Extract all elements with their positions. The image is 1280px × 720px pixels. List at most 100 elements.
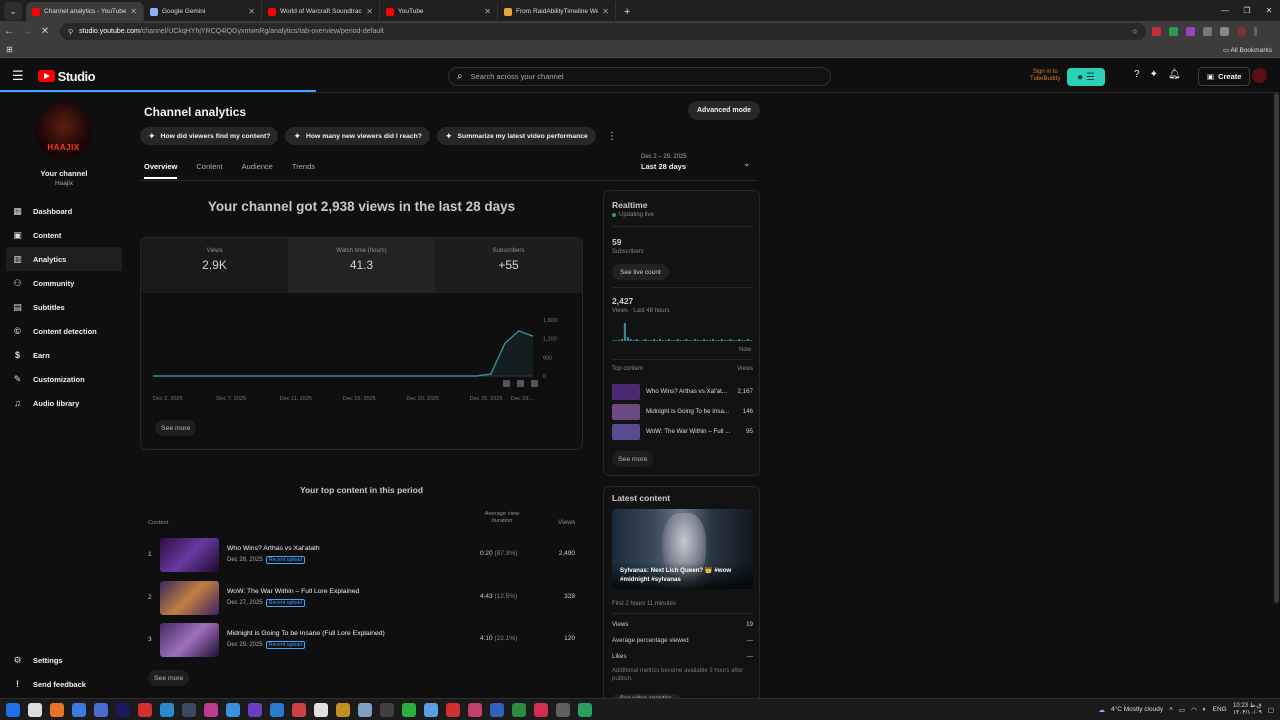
minimize-button[interactable]: —	[1214, 0, 1236, 21]
tab-audience[interactable]: Audience	[242, 162, 273, 179]
apps-grid-icon[interactable]: ⊞	[6, 45, 13, 54]
taskbar-app-icon[interactable]	[578, 702, 592, 717]
sidebar-item-content[interactable]: ▣ Content	[6, 223, 122, 247]
all-bookmarks-link[interactable]: ▭ All Bookmarks	[1223, 46, 1272, 54]
taskbar-app-icon[interactable]	[380, 702, 394, 717]
extension-green-icon[interactable]	[1169, 27, 1178, 36]
clock[interactable]: 10:23 ق.ظ ۱۴۰۴/۱۰/۰۹	[1233, 703, 1262, 717]
taskbar-app-icon[interactable]	[358, 702, 372, 717]
chevron-down-icon[interactable]: ⌄	[743, 158, 751, 169]
search-bar[interactable]: ⌕ Search across your channel	[448, 67, 831, 86]
taskbar-app-icon[interactable]	[94, 702, 108, 717]
col-avg-view-duration[interactable]: Average view duration	[478, 511, 526, 525]
restore-button[interactable]: ❐	[1236, 0, 1258, 21]
video-marker-icon[interactable]	[517, 380, 524, 387]
taskbar-app-icon[interactable]	[292, 702, 306, 717]
profile-icon[interactable]	[1237, 27, 1246, 36]
chip-find-content[interactable]: ✦ How did viewers find my content?	[140, 127, 279, 145]
taskbar-app-icon[interactable]	[314, 702, 328, 717]
account-avatar[interactable]	[1252, 68, 1267, 83]
reload-button[interactable]: ✕	[36, 26, 54, 37]
taskbar-app-icon[interactable]	[534, 702, 548, 717]
date-range-picker[interactable]: Dec 2 – 29, 2025 Last 28 days	[641, 154, 687, 171]
tab-close-icon[interactable]: ✕	[484, 7, 491, 16]
taskbar-app-icon[interactable]	[424, 702, 438, 717]
channel-avatar[interactable]: HAAJIX	[35, 103, 92, 160]
sidebar-item-customization[interactable]: ✎ Customization	[6, 367, 122, 391]
browser-tab[interactable]: Channel analytics - YouTube Studio✕	[26, 2, 144, 21]
new-tab-button[interactable]: +	[616, 2, 638, 21]
sidebar-item-dashboard[interactable]: ▦ Dashboard	[6, 199, 122, 223]
metric-watch-time[interactable]: Watch time (hours) 41.3	[288, 238, 435, 293]
metric-views[interactable]: Views 2.9K	[141, 238, 288, 293]
weather-label[interactable]: 4°C Mostly cloudy	[1111, 706, 1163, 713]
extension-purple-icon[interactable]	[1186, 27, 1195, 36]
taskbar-app-icon[interactable]	[138, 702, 152, 717]
taskbar-app-icon[interactable]	[490, 702, 504, 717]
tab-close-icon[interactable]: ✕	[248, 7, 255, 16]
bookmark-star-icon[interactable]: ☆	[1132, 28, 1138, 36]
browser-tab[interactable]: World of Warcraft Soundtrack ✕	[262, 2, 380, 21]
taskbar-app-icon[interactable]	[402, 702, 416, 717]
video-thumbnail[interactable]	[160, 538, 219, 572]
taskbar-app-icon[interactable]	[160, 702, 174, 717]
close-window-button[interactable]: ✕	[1258, 0, 1280, 21]
table-row[interactable]: 3 Midnight is Going To be Insane (Full Lo…	[148, 622, 576, 658]
sidebar-item-subtitles[interactable]: ▤ Subtitles	[6, 295, 122, 319]
sidebar-item-community[interactable]: ⚇ Community	[6, 271, 122, 295]
browser-tab[interactable]: YouTube ✕	[380, 2, 498, 21]
taskbar-app-icon[interactable]	[556, 702, 570, 717]
taskbar-app-icon[interactable]	[248, 702, 262, 717]
video-marker-icon[interactable]	[531, 380, 538, 387]
sparkle-icon[interactable]: ✦	[1150, 69, 1158, 80]
browser-tab[interactable]: From RaidAbilityTimeline Weak ✕	[498, 2, 616, 21]
video-title[interactable]: WoW: The War Within – Full Lore Explaine…	[227, 588, 359, 595]
taskbar-app-icon[interactable]	[468, 702, 482, 717]
url-field[interactable]: ⚲ studio.youtube.com/channel/UCkqHYhjYRC…	[60, 23, 1146, 40]
taskbar-app-icon[interactable]	[50, 702, 64, 717]
video-title[interactable]: Midnight is Going To be Insane (Full Lor…	[227, 630, 385, 637]
page-scrollbar[interactable]	[1274, 93, 1279, 603]
realtime-top-item[interactable]: Midnight is Going To be Insa... 146	[612, 404, 753, 420]
latest-video-thumbnail[interactable]: Sylvanas: Next Lich Queen? 👑 #wow #midni…	[612, 509, 753, 589]
wifi-icon[interactable]: ◠	[1191, 706, 1197, 714]
browser-tab[interactable]: Google Gemini ✕	[144, 2, 262, 21]
volume-icon[interactable]: 🔈︎	[1203, 706, 1207, 714]
see-live-count-button[interactable]: See live count	[612, 264, 669, 280]
browser-menu-icon[interactable]	[1254, 27, 1257, 36]
sidebar-item-send-feedback[interactable]: ! Send feedback	[6, 672, 122, 696]
taskbar-app-icon[interactable]	[512, 702, 526, 717]
table-see-more-button[interactable]: See more	[148, 670, 190, 686]
tray-misc-icon[interactable]: ▭	[1179, 706, 1185, 714]
tab-search-button[interactable]: ⌄	[4, 2, 22, 20]
tab-close-icon[interactable]: ✕	[130, 7, 137, 16]
video-thumbnail[interactable]	[160, 580, 219, 615]
taskbar-app-icon[interactable]	[270, 702, 284, 717]
realtime-top-item[interactable]: Who Wins? Arthas vs Xal'at... 2,167	[612, 384, 753, 400]
site-info-icon[interactable]: ⚲	[68, 28, 73, 36]
realtime-see-more-button[interactable]: See more	[612, 451, 654, 467]
chip-summarize-latest[interactable]: ✦ Summarize my latest video performance	[436, 127, 596, 145]
advanced-mode-button[interactable]: Advanced mode	[688, 101, 761, 120]
tab-overview[interactable]: Overview	[144, 162, 178, 179]
col-views[interactable]: Views	[558, 519, 575, 526]
extensions-puzzle-icon[interactable]	[1203, 27, 1212, 36]
downloads-icon[interactable]	[1220, 27, 1229, 36]
hamburger-menu-icon[interactable]: ☰	[12, 68, 24, 84]
metrics-see-more-button[interactable]: See more	[155, 420, 197, 436]
back-button[interactable]: ←	[0, 26, 18, 37]
weather-icon[interactable]: ☁	[1099, 706, 1106, 714]
tab-content[interactable]: Content	[196, 162, 222, 179]
taskbar-app-icon[interactable]	[204, 702, 218, 717]
table-row[interactable]: 1 Who Wins? Arthas vs Xal'atath Dec 28, 20…	[148, 537, 576, 573]
chip-new-viewers[interactable]: ✦ How many new viewers did I reach?	[285, 127, 430, 145]
taskbar-app-icon[interactable]	[116, 702, 130, 717]
tubebuddy-menu-button[interactable]: ● ☰	[1067, 68, 1105, 86]
video-thumbnail[interactable]	[160, 623, 219, 657]
more-options-icon[interactable]: ⋮	[603, 131, 621, 142]
start-menu-icon[interactable]	[6, 702, 20, 717]
tab-close-icon[interactable]: ✕	[366, 7, 373, 16]
taskbar-app-icon[interactable]	[446, 702, 460, 717]
realtime-top-item[interactable]: WoW: The War Within – Full ... 95	[612, 424, 753, 440]
sidebar-item-audio-library[interactable]: ♫ Audio library	[6, 391, 122, 415]
